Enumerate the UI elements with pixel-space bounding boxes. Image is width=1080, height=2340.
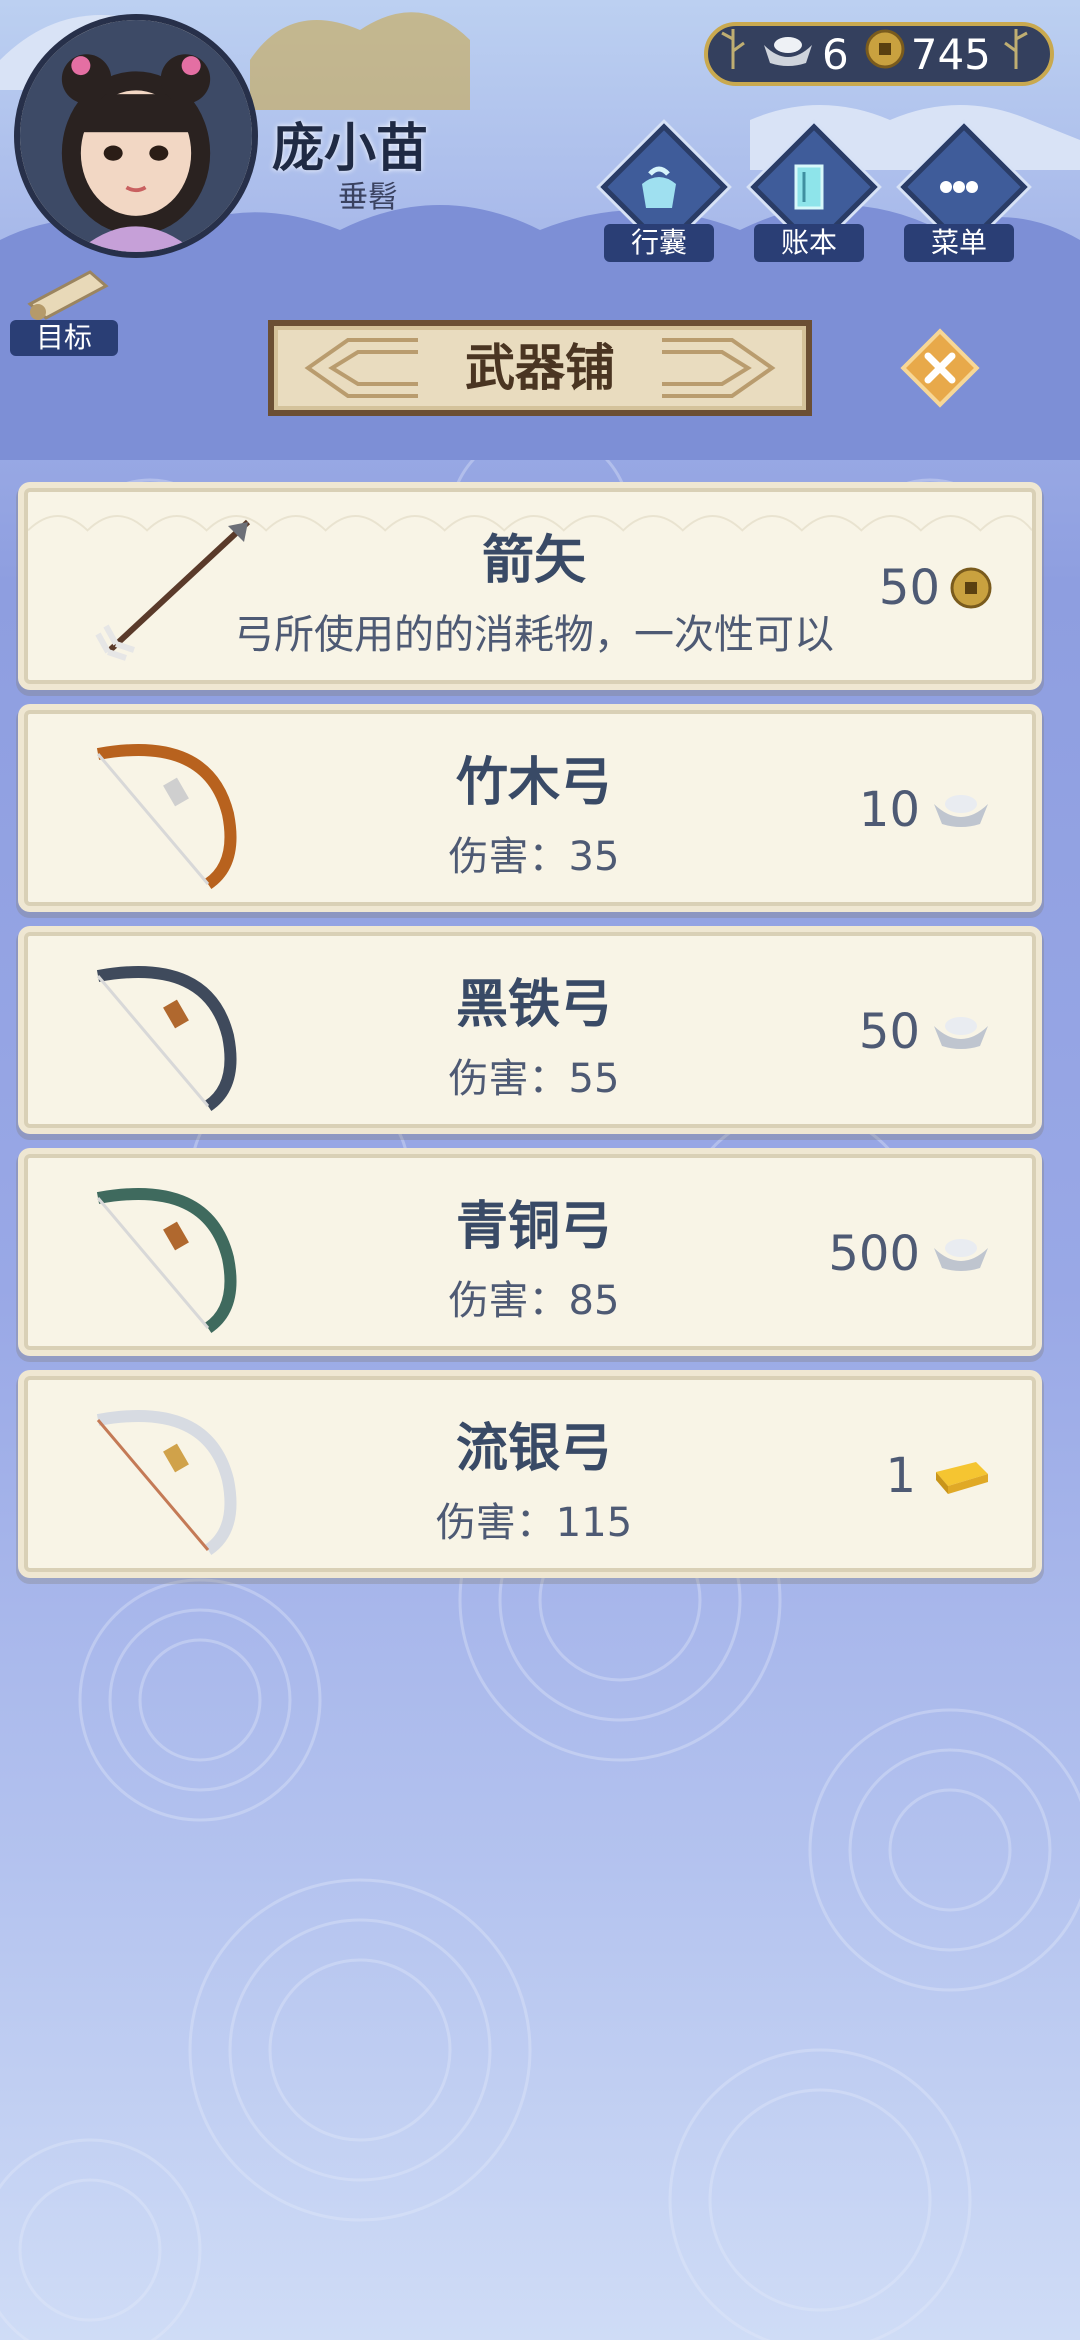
item-price: 1 [885, 1446, 992, 1506]
shop-item-card[interactable]: 箭矢 弓所使用的的消耗物，一次性可以 50 [24, 488, 1036, 684]
price-value: 1 [885, 1448, 916, 1504]
currency-bar: 6 745 [704, 22, 1054, 86]
ledger-button[interactable]: 账本 [744, 123, 878, 262]
copper-coin-icon [950, 567, 992, 609]
goal-label: 目标 [10, 320, 118, 356]
bamboo-right-icon [999, 25, 1033, 83]
silver-ingot-icon [760, 30, 816, 79]
copper-coin-icon [865, 29, 905, 79]
shop-item-card[interactable]: 竹木弓 伤害：35 10 [24, 710, 1036, 906]
bag-label: 行囊 [604, 224, 714, 262]
scroll-icon [27, 270, 109, 320]
item-price: 50 [879, 558, 992, 618]
shop-item-card[interactable]: 青铜弓 伤害：85 500 [24, 1154, 1036, 1350]
price-value: 50 [858, 1004, 920, 1060]
menu-label: 菜单 [904, 224, 1014, 262]
girl-portrait-icon [20, 20, 252, 252]
menu-button[interactable]: 菜单 [894, 123, 1028, 262]
bag-icon [642, 166, 676, 208]
item-price: 10 [859, 780, 992, 840]
more-dots-icon [940, 181, 978, 193]
close-icon [900, 328, 980, 408]
shop-item-card[interactable]: 流银弓 伤害：115 1 [24, 1376, 1036, 1572]
price-value: 50 [878, 560, 940, 616]
item-price: 500 [828, 1224, 992, 1284]
shop-title: 武器铺 [465, 339, 615, 397]
silver-ingot-icon [934, 795, 988, 827]
price-value: 500 [828, 1226, 920, 1282]
close-button[interactable] [900, 328, 980, 408]
player-avatar[interactable] [14, 14, 258, 258]
player-title: 垂髫 [338, 180, 398, 215]
copper-amount: 745 [910, 29, 991, 79]
goal-button[interactable]: 目标 [10, 264, 118, 356]
shop-item-card[interactable]: 黑铁弓 伤害：55 50 [24, 932, 1036, 1128]
silver-amount: 6 [822, 29, 849, 79]
price-value: 10 [858, 782, 920, 838]
bamboo-left-icon [716, 25, 750, 83]
gold-bar-icon [936, 1462, 988, 1494]
ledger-label: 账本 [754, 224, 864, 262]
shop-title-banner: 武器铺 [268, 320, 812, 416]
silver-ingot-icon [934, 1017, 988, 1049]
silver-ingot-icon [934, 1239, 988, 1271]
item-price: 50 [859, 1002, 992, 1062]
player-name: 庞小苗 [272, 119, 429, 179]
bag-button[interactable]: 行囊 [594, 123, 728, 262]
ledger-book-icon [794, 164, 824, 210]
